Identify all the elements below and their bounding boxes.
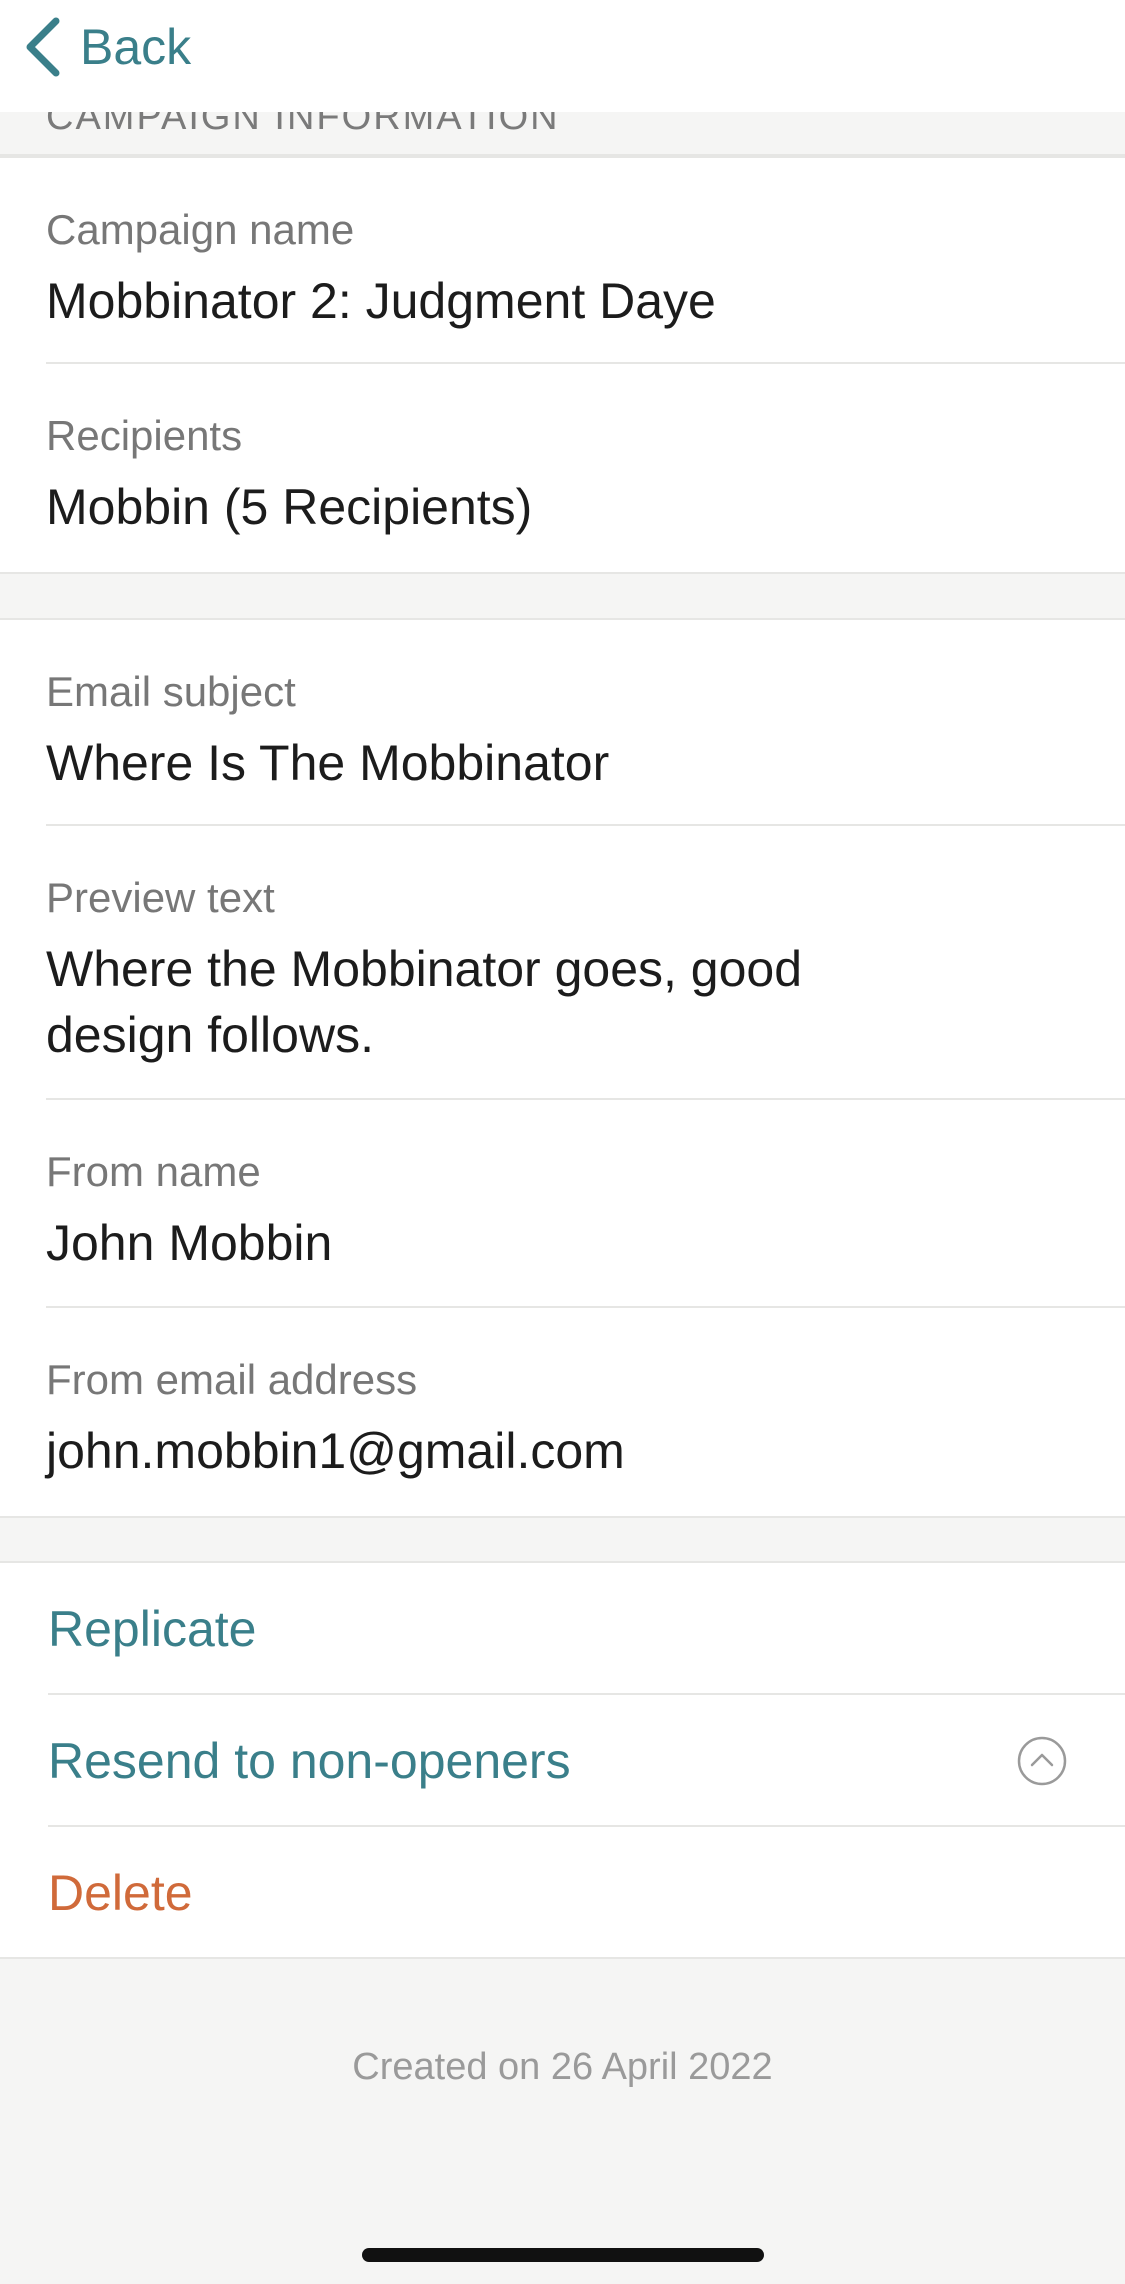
recipients-value: Mobbin (5 Recipients) [46,479,533,535]
email-subject-value: Where Is The Mobbinator [46,735,610,791]
email-subject-label: Email subject [46,668,296,715]
replicate-label: Replicate [48,1601,257,1657]
chevron-up-circle-icon[interactable] [1017,1736,1067,1786]
preview-text-value: Where the Mobbinator goes, good design f… [46,941,803,1063]
section-header-label: CAMPAIGN INFORMATION [46,112,560,138]
campaign-name-label: Campaign name [46,206,355,253]
from-email-field[interactable]: From email address john.mobbin1@gmail.co… [46,1308,1125,1516]
campaign-name-field[interactable]: Campaign name Mobbinator 2: Judgment Day… [46,158,1125,364]
from-email-label: From email address [46,1356,418,1403]
resend-to-non-openers-button[interactable]: Resend to non-openers [48,1695,1125,1827]
email-subject-field[interactable]: Email subject Where Is The Mobbinator [46,620,1125,826]
campaign-name-value: Mobbinator 2: Judgment Daye [46,273,716,329]
home-indicator [362,2248,764,2262]
from-name-field[interactable]: From name John Mobbin [46,1100,1125,1308]
chevron-left-icon [22,15,62,79]
resend-label: Resend to non-openers [48,1733,571,1789]
delete-label: Delete [48,1865,193,1921]
from-name-label: From name [46,1148,261,1195]
preview-text-label: Preview text [46,874,275,921]
recipients-field[interactable]: Recipients Mobbin (5 Recipients) [46,364,1125,572]
from-email-value: john.mobbin1@gmail.com [46,1423,625,1479]
created-date-text: Created on 26 April 2022 [352,2046,773,2088]
email-card: Email subject Where Is The Mobbinator Pr… [0,618,1125,1518]
actions-card: Replicate Resend to non-openers Delete [0,1561,1125,1959]
navigation-bar: Back [0,0,1125,112]
delete-button[interactable]: Delete [48,1827,1125,1959]
back-label: Back [80,19,192,75]
campaign-card: Campaign name Mobbinator 2: Judgment Day… [0,156,1125,574]
back-button[interactable]: Back [22,12,191,82]
section-header: CAMPAIGN INFORMATION [0,112,1125,156]
preview-text-field[interactable]: Preview text Where the Mobbinator goes, … [46,826,1125,1100]
recipients-label: Recipients [46,412,243,459]
from-name-value: John Mobbin [46,1215,333,1271]
replicate-button[interactable]: Replicate [48,1563,1125,1695]
